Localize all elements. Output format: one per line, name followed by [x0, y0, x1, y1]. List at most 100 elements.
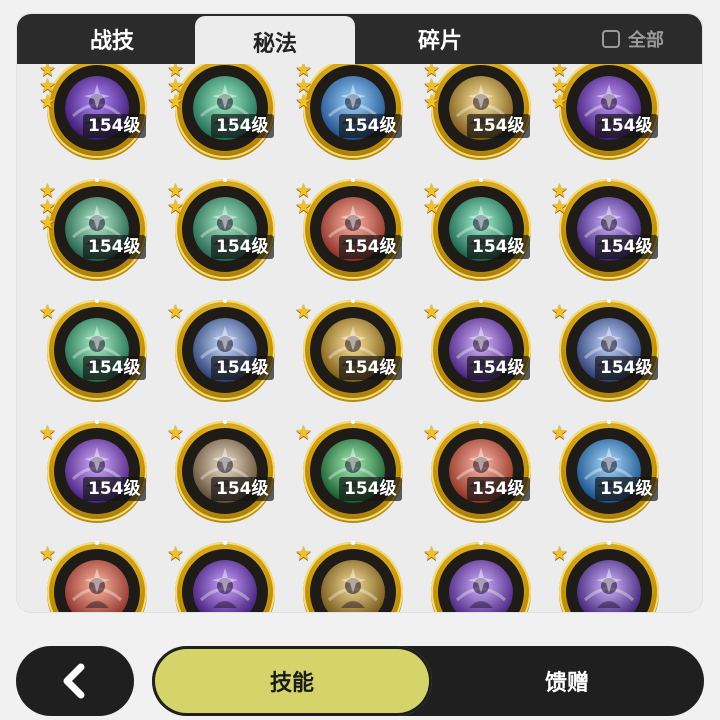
gold-frame: [47, 64, 147, 158]
skill-item[interactable]: ★ 154级: [39, 298, 149, 402]
skill-item[interactable]: ★: [551, 540, 661, 612]
gold-frame: [175, 179, 275, 279]
frame-gem: [223, 178, 227, 182]
star-rating: ★ ★ ★: [39, 182, 61, 233]
skill-item[interactable]: ★: [295, 540, 405, 612]
frame-inner: [438, 186, 524, 272]
mode-switch: 技能 馈赠: [152, 646, 704, 716]
level-badge: 154级: [211, 235, 274, 259]
star-rating: ★ ★ ★: [167, 64, 189, 112]
gold-frame: [303, 300, 403, 400]
star-icon: ★: [423, 301, 441, 323]
gold-frame: [559, 179, 659, 279]
gold-frame: [431, 542, 531, 612]
skill-item[interactable]: ★ 154级: [39, 419, 149, 523]
tab-fragment[interactable]: 碎片: [365, 14, 515, 64]
star-icon: ★: [295, 91, 313, 113]
gold-frame: [303, 179, 403, 279]
level-badge: 154级: [339, 235, 402, 259]
frame-inner: [438, 428, 524, 514]
skill-item[interactable]: ★ 154级: [423, 298, 533, 402]
skill-item[interactable]: ★ ★ ★ 154级: [295, 64, 405, 160]
level-badge: 154级: [339, 477, 402, 501]
frame-inner: [310, 428, 396, 514]
frame-inner: [438, 549, 524, 612]
star-icon: ★: [39, 301, 57, 323]
skill-item[interactable]: ★ ★ 154级: [295, 177, 405, 281]
level-badge: 154级: [467, 477, 530, 501]
frame-inner: [566, 307, 652, 393]
frame-inner: [182, 549, 268, 612]
frame-inner: [54, 428, 140, 514]
frame-inner: [54, 307, 140, 393]
skill-item[interactable]: ★ 154级: [551, 419, 661, 523]
tab-combat-skill[interactable]: 战技: [37, 14, 187, 64]
star-icon: ★: [551, 91, 569, 113]
gold-frame: [559, 64, 659, 158]
star-icon: ★: [295, 301, 313, 323]
skill-item[interactable]: ★ ★ ★ 154级: [423, 64, 533, 160]
skill-item[interactable]: ★: [423, 540, 533, 612]
skill-item[interactable]: ★ ★ ★ 154级: [167, 64, 277, 160]
gold-frame: [47, 542, 147, 612]
frame-inner: [54, 186, 140, 272]
skill-item[interactable]: ★ 154级: [551, 298, 661, 402]
skill-item[interactable]: ★ ★ 154级: [423, 177, 533, 281]
skills-button[interactable]: 技能: [152, 646, 432, 716]
skill-item[interactable]: ★ 154级: [167, 298, 277, 402]
level-badge: 154级: [467, 114, 530, 138]
skill-item[interactable]: ★: [167, 540, 277, 612]
gifts-button[interactable]: 馈赠: [452, 646, 682, 716]
gold-frame: [559, 300, 659, 400]
frame-inner: [438, 307, 524, 393]
star-rating: ★: [551, 545, 573, 564]
star-icon: ★: [295, 422, 313, 444]
frame-gem: [95, 420, 99, 424]
frame-gem: [479, 299, 483, 303]
skill-item[interactable]: ★ ★ 154级: [167, 177, 277, 281]
frame-inner: [182, 65, 268, 151]
skill-item[interactable]: ★ 154级: [295, 298, 405, 402]
level-badge: 154级: [211, 114, 274, 138]
frame-inner: [54, 549, 140, 612]
skill-item[interactable]: ★ 154级: [423, 419, 533, 523]
frame-gem: [479, 420, 483, 424]
star-rating: ★: [167, 424, 189, 443]
star-icon: ★: [423, 422, 441, 444]
checkbox-icon[interactable]: [602, 30, 620, 48]
star-rating: ★ ★: [551, 182, 573, 217]
star-icon: ★: [295, 543, 313, 565]
star-rating: ★: [295, 422, 317, 444]
star-rating: ★: [39, 545, 61, 564]
gold-frame: [559, 421, 659, 521]
star-rating: ★: [295, 301, 317, 323]
skill-item[interactable]: ★ 154级: [167, 419, 277, 523]
eye-circle-icon: [577, 560, 641, 612]
level-badge: 154级: [83, 235, 146, 259]
footer-bar: 技能 馈赠: [0, 628, 720, 720]
frame-gem: [607, 420, 611, 424]
back-button[interactable]: [16, 646, 134, 716]
star-icon: ★: [167, 196, 185, 218]
skill-grid: ★ ★ ★ 154级 ★ ★ ★ 154级 ★ ★ ★ 154级 ★ ★ ★ 154级 ★ ★ ★ 154级 ★ ★ ★ 15…: [17, 64, 702, 612]
frame-gem: [351, 541, 355, 545]
star-rating: ★: [167, 545, 189, 564]
level-badge: 154级: [83, 356, 146, 380]
tab-secret-art[interactable]: 秘法: [195, 16, 355, 68]
skill-item[interactable]: ★ ★ ★ 154级: [39, 64, 149, 160]
frame-inner: [566, 549, 652, 612]
skill-item[interactable]: ★ ★ 154级: [551, 177, 661, 281]
level-badge: 154级: [83, 114, 146, 138]
frame-inner: [182, 428, 268, 514]
show-all-toggle[interactable]: 全部: [602, 26, 664, 52]
skill-item[interactable]: ★: [39, 540, 149, 612]
star-icon: ★: [39, 91, 57, 113]
skill-item[interactable]: ★ ★ ★ 154级: [551, 64, 661, 160]
skill-item[interactable]: ★ ★ ★ 154级: [39, 177, 149, 281]
gold-frame: [431, 421, 531, 521]
frame-gem: [223, 541, 227, 545]
frame-inner: [54, 65, 140, 151]
gold-frame: [431, 179, 531, 279]
skill-item[interactable]: ★ 154级: [295, 419, 405, 523]
swirl-flame-icon: [65, 560, 129, 612]
